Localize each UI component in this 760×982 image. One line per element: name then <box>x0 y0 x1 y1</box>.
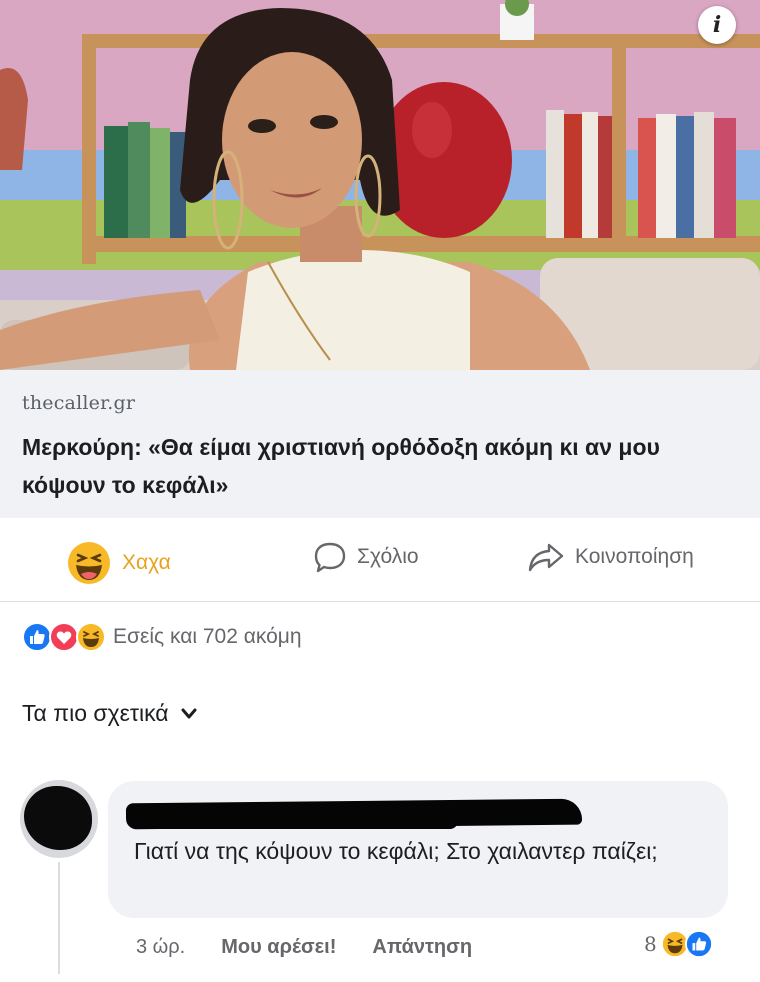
comment-timestamp[interactable]: 3 ώρ. <box>136 936 185 959</box>
comment-label: Σχόλιο <box>357 545 419 568</box>
like-icon <box>22 622 52 652</box>
love-icon <box>49 622 79 652</box>
avatar[interactable] <box>20 780 98 858</box>
haha-icon <box>68 542 110 584</box>
info-icon[interactable]: i <box>698 6 736 44</box>
comment-sort-dropdown[interactable]: Τα πιο σχετικά <box>22 700 197 727</box>
reactions-summary[interactable]: Εσείς και 702 ακόμη <box>22 622 302 652</box>
comment-reaction-count: 8 <box>644 932 657 956</box>
like-icon <box>684 930 713 958</box>
comment-icon <box>314 542 346 573</box>
post-action-bar: Χαχα Σχόλιο Κοινοποίηση <box>0 518 760 602</box>
comment-reactions[interactable]: 8 <box>644 930 713 958</box>
comment-bubble: Γιατί να της κόψουν το κεφάλι; Στο χαιλα… <box>108 781 728 918</box>
share-button[interactable]: Κοινοποίηση <box>527 540 694 574</box>
comment-sort-label: Τα πιο σχετικά <box>22 700 169 726</box>
comment-meta: 3 ώρ. Μου αρέσει! Απάντηση <box>136 936 472 959</box>
tv-studio-photo <box>0 0 760 370</box>
link-preview[interactable]: thecaller.gr Μερκούρη: «Θα είμαι χριστια… <box>0 370 760 518</box>
comment-button[interactable]: Σχόλιο <box>313 540 419 574</box>
link-title[interactable]: Μερκούρη: «Θα είμαι χριστιανή ορθόδοξη α… <box>22 428 742 504</box>
comment-text: Γιατί να της κόψουν το κεφάλι; Στο χαιλα… <box>134 838 658 864</box>
link-domain: thecaller.gr <box>22 392 136 414</box>
chevron-down-icon <box>181 708 197 718</box>
reaction-icons <box>22 622 106 652</box>
post-image[interactable]: i <box>0 0 760 370</box>
author-redaction-mark <box>138 813 458 829</box>
share-label: Κοινοποίηση <box>575 545 694 568</box>
haha-reaction-button[interactable]: Χαχα <box>66 540 171 586</box>
haha-icon <box>76 622 106 652</box>
reactions-count-text[interactable]: Εσείς και 702 ακόμη <box>113 625 302 649</box>
comment-like-button[interactable]: Μου αρέσει! <box>221 936 336 959</box>
comment-reply-button[interactable]: Απάντηση <box>372 936 472 959</box>
share-icon <box>528 543 564 572</box>
avatar-redaction <box>24 786 92 850</box>
thread-line <box>58 862 60 974</box>
haha-label: Χαχα <box>122 551 171 574</box>
